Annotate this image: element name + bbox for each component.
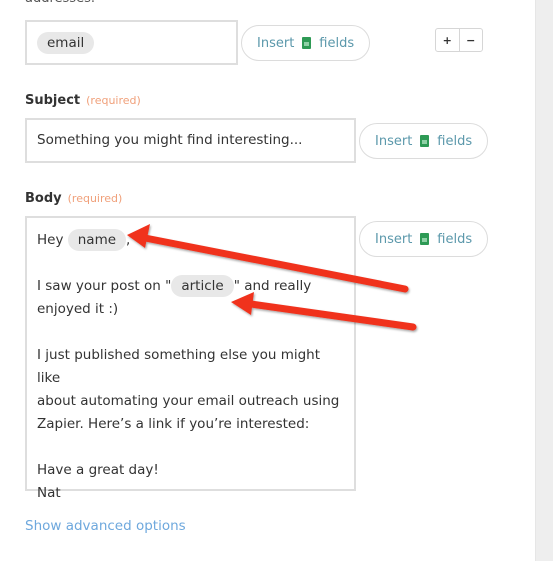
add-remove-group: + − xyxy=(435,28,483,52)
remove-row-button[interactable]: − xyxy=(458,29,483,51)
fields-label: fields xyxy=(437,231,473,247)
body-blank-line xyxy=(37,321,344,344)
partial-help-text: addresses. xyxy=(25,0,95,6)
name-token[interactable]: name xyxy=(67,229,127,251)
add-row-button[interactable]: + xyxy=(436,29,459,51)
body-textarea[interactable]: Hey name, I saw your post on " article " a… xyxy=(25,216,356,501)
article-token[interactable]: article xyxy=(171,275,234,297)
subject-required: (required) xyxy=(86,94,141,107)
subject-label: Subject (required) xyxy=(25,93,141,108)
body-blank-line xyxy=(37,436,344,459)
body-line: enjoyed it :) xyxy=(37,301,119,317)
insert-label: Insert xyxy=(375,231,413,247)
body-line: Have a great day! xyxy=(37,462,159,478)
right-gutter xyxy=(535,0,553,561)
subject-input[interactable]: Something you might find interesting... xyxy=(25,118,356,163)
body-line: Nat xyxy=(37,485,61,501)
spreadsheet-icon xyxy=(420,135,430,147)
body-required: (required) xyxy=(67,192,123,205)
body-line: Hey name, xyxy=(37,229,344,252)
body-label: Body (required) xyxy=(25,191,122,206)
body-label-text: Body xyxy=(25,191,62,206)
email-token[interactable]: email xyxy=(37,32,95,54)
to-field[interactable]: email xyxy=(25,20,238,65)
subject-value: Something you might find interesting... xyxy=(37,132,303,148)
spreadsheet-icon xyxy=(302,37,312,49)
insert-label: Insert xyxy=(257,35,295,51)
body-line: I just published something else you migh… xyxy=(37,347,321,386)
fields-label: fields xyxy=(319,35,355,51)
subject-label-text: Subject xyxy=(25,93,81,108)
body-text: I saw your post on " xyxy=(37,278,172,294)
body-text: , xyxy=(126,232,131,248)
body-line: about automating your email outreach usi… xyxy=(37,393,340,409)
to-insert-fields-button[interactable]: Insert fields xyxy=(241,25,371,61)
body-blank-line xyxy=(37,252,344,275)
body-text: " and really xyxy=(233,278,312,294)
fields-label: fields xyxy=(437,133,473,149)
body-text: Hey xyxy=(37,232,64,248)
body-line: Zapier. Here’s a link if you’re interest… xyxy=(37,416,310,432)
show-advanced-options-link[interactable]: Show advanced options xyxy=(25,518,186,534)
subject-insert-fields-button[interactable]: Insert fields xyxy=(359,123,489,159)
body-line: I saw your post on " article " and really xyxy=(37,275,344,298)
insert-label: Insert xyxy=(375,133,413,149)
spreadsheet-icon xyxy=(420,233,430,245)
body-insert-fields-button[interactable]: Insert fields xyxy=(359,221,489,257)
